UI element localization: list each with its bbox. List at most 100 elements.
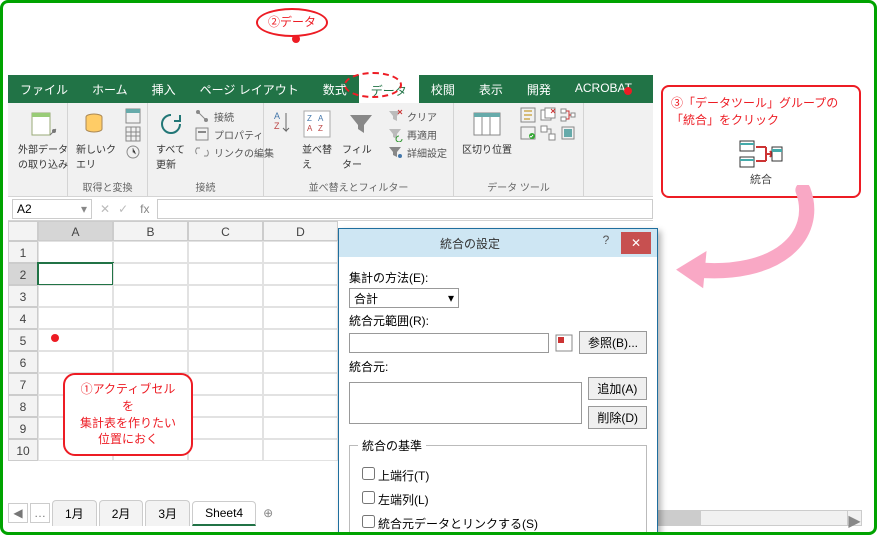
row-header-5[interactable]: 5 <box>8 329 38 351</box>
remove-dup-icon[interactable] <box>540 107 556 123</box>
cell[interactable] <box>263 351 338 373</box>
sheet-nav-more[interactable]: … <box>30 503 50 523</box>
delete-button[interactable]: 削除(D) <box>588 406 647 429</box>
cell[interactable] <box>263 439 338 461</box>
add-button[interactable]: 追加(A) <box>588 377 647 400</box>
cell[interactable] <box>38 285 113 307</box>
select-all-corner[interactable] <box>8 221 38 241</box>
edit-links-button[interactable]: リンクの編集 <box>194 143 274 161</box>
row-header-3[interactable]: 3 <box>8 285 38 307</box>
cell[interactable] <box>263 241 338 263</box>
cell[interactable] <box>188 263 263 285</box>
formula-bar[interactable] <box>157 199 653 219</box>
text-to-columns-button[interactable]: 区切り位置 <box>460 107 514 158</box>
connections-button[interactable]: 接続 <box>194 107 274 125</box>
tab-view[interactable]: 表示 <box>467 75 515 103</box>
range-picker-icon[interactable] <box>555 334 573 352</box>
function-select[interactable]: 合計 ▾ <box>349 288 459 308</box>
row-header-6[interactable]: 6 <box>8 351 38 373</box>
row-header-9[interactable]: 9 <box>8 417 38 439</box>
advanced-filter-button[interactable]: 詳細設定 <box>387 143 447 161</box>
col-header-d[interactable]: D <box>263 221 338 241</box>
row-header-4[interactable]: 4 <box>8 307 38 329</box>
cell[interactable] <box>38 351 113 373</box>
cell[interactable] <box>263 285 338 307</box>
cell[interactable] <box>38 241 113 263</box>
flash-fill-icon[interactable] <box>520 107 536 123</box>
cell[interactable] <box>188 439 263 461</box>
fx-icon[interactable]: fx <box>132 202 157 216</box>
row-header-8[interactable]: 8 <box>8 395 38 417</box>
row-header-1[interactable]: 1 <box>8 241 38 263</box>
get-external-data-button[interactable]: 外部データの取り込み <box>14 107 72 173</box>
tab-home[interactable]: ホーム <box>80 75 140 103</box>
cell[interactable] <box>38 329 113 351</box>
cell[interactable] <box>113 263 188 285</box>
cell[interactable] <box>38 307 113 329</box>
cell[interactable] <box>188 417 263 439</box>
tab-review[interactable]: 校閲 <box>419 75 467 103</box>
cell[interactable] <box>113 307 188 329</box>
cell[interactable] <box>188 373 263 395</box>
cell[interactable] <box>263 263 338 285</box>
cell[interactable] <box>263 307 338 329</box>
range-input[interactable] <box>349 333 549 353</box>
cell[interactable] <box>188 351 263 373</box>
row-header-7[interactable]: 7 <box>8 373 38 395</box>
tab-file[interactable]: ファイル <box>8 75 80 103</box>
tab-developer[interactable]: 開発 <box>515 75 563 103</box>
cell[interactable] <box>263 417 338 439</box>
cell[interactable] <box>263 329 338 351</box>
cell[interactable] <box>113 285 188 307</box>
refresh-all-button[interactable]: すべて更新 <box>154 107 188 173</box>
show-queries-button[interactable] <box>125 107 141 125</box>
cell[interactable] <box>113 241 188 263</box>
consolidate-button[interactable] <box>560 107 576 123</box>
tab-pagelayout[interactable]: ページ レイアウト <box>188 75 311 103</box>
browse-button[interactable]: 参照(B)... <box>579 331 647 354</box>
row-header-2[interactable]: 2 <box>8 263 38 285</box>
dialog-help-button[interactable]: ? <box>595 233 617 253</box>
new-sheet-button[interactable]: ⊕ <box>258 503 278 523</box>
cell[interactable] <box>263 373 338 395</box>
link-checkbox[interactable]: 統合元データとリンクする(S) <box>358 512 638 532</box>
cell[interactable] <box>188 329 263 351</box>
dialog-titlebar[interactable]: 統合の設定 ? ✕ <box>339 229 657 257</box>
cell[interactable] <box>188 395 263 417</box>
cell[interactable] <box>188 285 263 307</box>
cell[interactable] <box>263 395 338 417</box>
new-query-button[interactable]: 新しいクエリ <box>74 107 119 173</box>
row-header-10[interactable]: 10 <box>8 439 38 461</box>
properties-button[interactable]: プロパティ <box>194 125 274 143</box>
sources-listbox[interactable] <box>349 382 582 424</box>
clear-filter-button[interactable]: クリア <box>387 107 447 125</box>
name-box[interactable]: A2 ▾ <box>12 199 92 219</box>
relationships-icon[interactable] <box>540 125 556 141</box>
horizontal-scrollbar[interactable]: ◀▶ <box>632 510 862 526</box>
sort-button[interactable]: ZAAZ 並べ替え <box>300 107 334 173</box>
leftcol-checkbox[interactable]: 左端列(L) <box>358 488 638 508</box>
sheet-tab-sheet4[interactable]: Sheet4 <box>192 501 256 526</box>
sort-az-button[interactable]: AZ <box>270 107 294 139</box>
cell-active[interactable] <box>38 263 113 285</box>
col-header-c[interactable]: C <box>188 221 263 241</box>
toprow-checkbox[interactable]: 上端行(T) <box>358 464 638 484</box>
sheet-tab-feb[interactable]: 2月 <box>99 500 144 526</box>
sheet-tab-jan[interactable]: 1月 <box>52 500 97 526</box>
recent-sources-button[interactable] <box>125 143 141 161</box>
cell[interactable] <box>188 307 263 329</box>
cell[interactable] <box>113 351 188 373</box>
sheet-nav-prev[interactable]: ◀ <box>8 503 28 523</box>
manage-data-model-icon[interactable] <box>560 125 576 141</box>
cell[interactable] <box>188 241 263 263</box>
sheet-tab-mar[interactable]: 3月 <box>145 500 190 526</box>
reapply-button[interactable]: 再適用 <box>387 125 447 143</box>
filter-button[interactable]: フィルター <box>340 107 381 173</box>
col-header-a[interactable]: A <box>38 221 113 241</box>
cell[interactable] <box>113 329 188 351</box>
from-table-button[interactable] <box>125 125 141 143</box>
col-header-b[interactable]: B <box>113 221 188 241</box>
dialog-close-button[interactable]: ✕ <box>621 232 651 254</box>
data-validation-icon[interactable] <box>520 125 536 141</box>
cancel-entry-icon[interactable]: ✕ <box>96 202 114 216</box>
